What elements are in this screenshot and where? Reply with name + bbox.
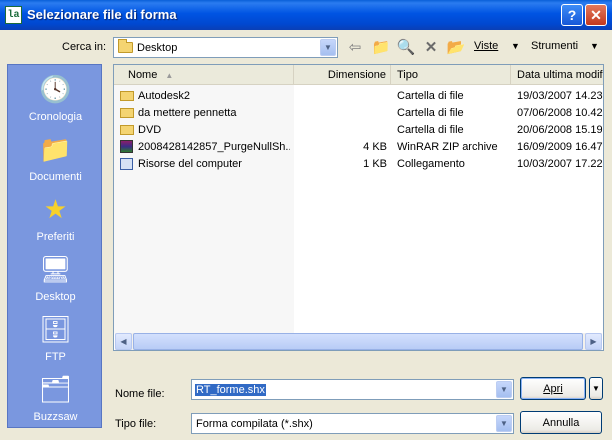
place-cronologia[interactable]: 🕓 Cronologia <box>8 73 103 124</box>
folder-icon <box>120 108 134 118</box>
buzzsaw-icon: 🗂 <box>39 373 73 404</box>
close-button[interactable]: ✕ <box>585 4 607 26</box>
cancel-button[interactable]: Annulla <box>520 411 602 434</box>
views-menu[interactable]: Viste <box>474 40 498 52</box>
views-chevron-down-icon[interactable]: ▼ <box>511 41 520 51</box>
table-row[interactable]: da mettere pennetta Cartella di file 07/… <box>114 105 603 122</box>
title-bar[interactable]: la Selezionare file di forma ? ✕ <box>0 0 612 30</box>
shortcut-icon <box>120 158 133 170</box>
back-icon[interactable]: ⇦ <box>345 37 365 57</box>
scroll-thumb[interactable] <box>133 333 583 350</box>
place-preferiti[interactable]: ★ Preferiti <box>8 193 103 244</box>
filename-input[interactable]: RT_forme.shx ▼ <box>191 379 514 400</box>
window-title: Selezionare file di forma <box>27 7 177 22</box>
open-options-chevron-down-icon[interactable]: ▼ <box>589 377 603 400</box>
lookin-label: Cerca in: <box>62 41 107 53</box>
open-button[interactable]: Apri <box>520 377 586 400</box>
app-icon: la <box>5 6 22 24</box>
chevron-down-icon[interactable]: ▼ <box>496 415 512 432</box>
table-row[interactable]: 2008428142857_PurgeNullSh... 4 KB WinRAR… <box>114 139 603 156</box>
ftp-icon: 🗄 <box>39 313 73 344</box>
places-bar: 🕓 Cronologia 📁 Documenti ★ Preferiti 🖥 D… <box>7 64 102 428</box>
lookin-combo[interactable]: Desktop ▼ <box>113 37 338 58</box>
folder-icon <box>120 125 134 135</box>
column-header-name[interactable]: Nome ▲ <box>114 65 294 85</box>
history-icon: 🕓 <box>39 73 72 104</box>
chevron-down-icon[interactable]: ▼ <box>496 381 512 398</box>
place-ftp[interactable]: 🗄 FTP <box>8 313 103 364</box>
column-header-modified[interactable]: Data ultima modifi <box>511 65 603 85</box>
tools-menu[interactable]: Strumenti <box>531 40 578 52</box>
scroll-left-icon[interactable]: ◀ <box>115 333 132 350</box>
delete-icon[interactable]: ✕ <box>421 37 441 57</box>
up-folder-icon[interactable]: 📁 <box>371 37 391 57</box>
help-button[interactable]: ? <box>561 4 583 26</box>
folder-icon <box>118 39 133 53</box>
horizontal-scrollbar[interactable]: ◀ ▶ <box>115 333 602 350</box>
filename-value: RT_forme.shx <box>195 383 266 396</box>
lookin-value: Desktop <box>137 41 178 54</box>
new-folder-icon[interactable]: 📂 <box>446 37 466 57</box>
column-header-size[interactable]: Dimensione <box>294 65 391 85</box>
filetype-label: Tipo file: <box>115 418 157 430</box>
documents-icon: 📁 <box>39 133 72 164</box>
scroll-right-icon[interactable]: ▶ <box>585 333 602 350</box>
place-documenti[interactable]: 📁 Documenti <box>8 133 103 184</box>
table-row[interactable]: Autodesk2 Cartella di file 19/03/2007 14… <box>114 88 603 105</box>
filetype-select[interactable]: Forma compilata (*.shx) ▼ <box>191 413 514 434</box>
file-list[interactable]: Nome ▲ Dimensione Tipo Data ultima modifi… <box>113 64 604 351</box>
table-row[interactable]: DVD Cartella di file 20/06/2008 15.19 <box>114 122 603 139</box>
star-icon: ★ <box>43 193 68 224</box>
tools-chevron-down-icon[interactable]: ▼ <box>590 41 599 51</box>
filename-label: Nome file: <box>115 388 165 400</box>
column-headers: Nome ▲ Dimensione Tipo Data ultima modifi <box>114 65 603 85</box>
desktop-icon: 🖥 <box>39 253 73 284</box>
column-header-type[interactable]: Tipo <box>391 65 511 85</box>
archive-icon <box>120 140 133 153</box>
place-buzzsaw[interactable]: 🗂 Buzzsaw <box>8 373 103 424</box>
folder-icon <box>120 91 134 101</box>
filetype-value: Forma compilata (*.shx) <box>196 417 313 430</box>
search-icon[interactable]: 🔍 <box>396 37 416 57</box>
table-row[interactable]: Risorse del computer 1 KB Collegamento 1… <box>114 156 603 173</box>
place-desktop[interactable]: 🖥 Desktop <box>8 253 103 304</box>
chevron-down-icon[interactable]: ▼ <box>320 39 336 56</box>
